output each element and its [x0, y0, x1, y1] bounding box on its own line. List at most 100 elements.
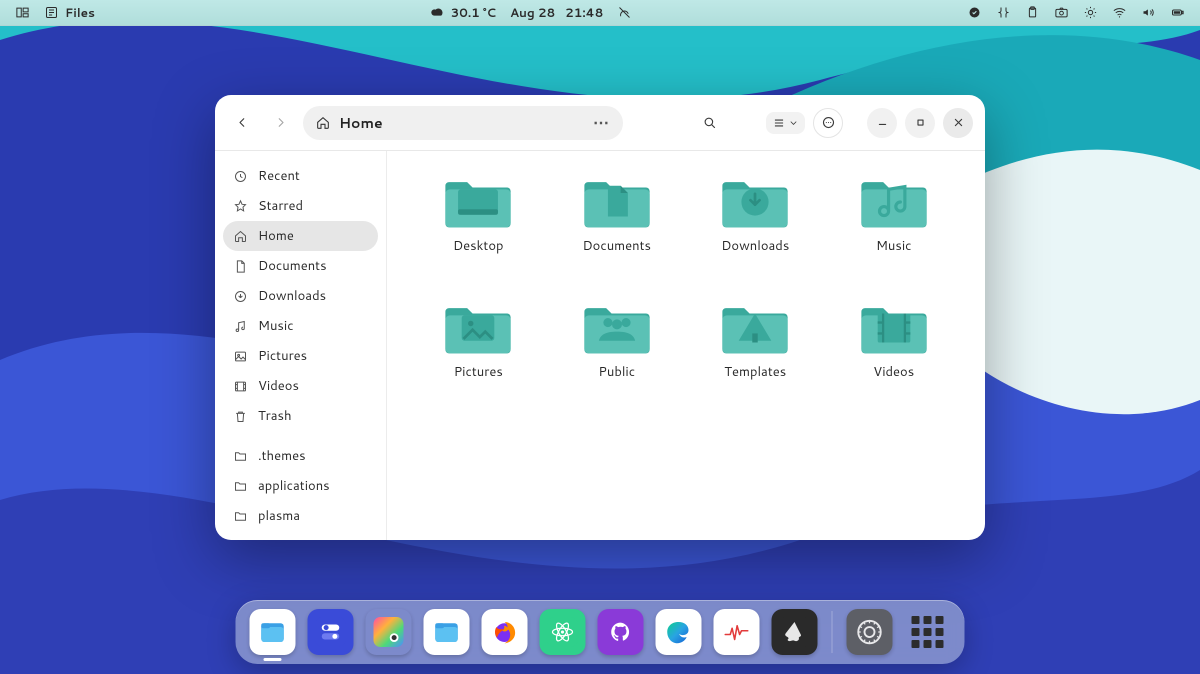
folder-label: Templates [724, 363, 786, 381]
folder-icon [233, 449, 248, 464]
window-maximize-button[interactable] [905, 108, 935, 138]
search-button[interactable] [694, 108, 724, 138]
volume-icon[interactable] [1134, 0, 1163, 25]
folder-icon [858, 299, 930, 357]
nav-back-button[interactable] [227, 108, 257, 138]
clock-time: 21:48 [565, 4, 603, 21]
app-menu-label: Files [65, 4, 95, 21]
sidebar-item-label: applications [258, 477, 330, 495]
sidebar-item-label: Documents [258, 257, 327, 275]
sidebar-item-recent[interactable]: Recent [223, 161, 378, 191]
sidebar-item-downloads[interactable]: Downloads [223, 281, 378, 311]
dock-app-edge[interactable] [656, 609, 702, 655]
sidebar-item-label: Home [258, 227, 294, 245]
window-minimize-button[interactable] [867, 108, 897, 138]
sidebar-item-label: .themes [258, 447, 306, 465]
folder-label: Desktop [453, 237, 504, 255]
weather-indicator[interactable]: 30.1 °C [423, 0, 503, 25]
star-icon [233, 199, 248, 214]
sidebar-item-applications[interactable]: applications [223, 471, 378, 501]
sidebar-item-home[interactable]: Home [223, 221, 378, 251]
dock-app-files2[interactable] [424, 609, 470, 655]
sidebar-item-plasma[interactable]: plasma [223, 501, 378, 531]
folder-pictures[interactable]: Pictures [409, 295, 548, 417]
app-menu[interactable]: Files [37, 0, 102, 25]
sidebar-item-label: Trash [258, 407, 292, 425]
brightness-icon[interactable] [1076, 0, 1105, 25]
update-indicator-icon[interactable] [960, 0, 989, 25]
video-icon [233, 379, 248, 394]
battery-icon[interactable] [1163, 0, 1192, 25]
folder-label: Documents [582, 237, 651, 255]
folder-public[interactable]: Public [548, 295, 687, 417]
dock-app-inkscape[interactable] [772, 609, 818, 655]
path-overflow-icon[interactable]: ⋯ [593, 111, 611, 134]
folder-music[interactable]: Music [825, 169, 964, 291]
top-panel: Files 30.1 °C Aug 28 21:48 [0, 0, 1200, 26]
home-icon [233, 229, 248, 244]
trash-icon [233, 409, 248, 424]
sidebar-item-videos[interactable]: Videos [223, 371, 378, 401]
dock-app-monitor[interactable] [714, 609, 760, 655]
clock[interactable]: Aug 28 21:48 [503, 0, 610, 25]
dock-app-firefox[interactable] [482, 609, 528, 655]
sidebar-item-label: Videos [258, 377, 299, 395]
hamburger-menu-button[interactable] [813, 108, 843, 138]
folder-icon [719, 173, 791, 231]
folder-templates[interactable]: Templates [686, 295, 825, 417]
sidebar-item-label: Downloads [258, 287, 326, 305]
window-close-button[interactable] [943, 108, 973, 138]
dock-app-files[interactable] [250, 609, 296, 655]
sidebar-item-themes[interactable]: .themes [223, 441, 378, 471]
view-options[interactable] [766, 112, 805, 134]
clock-date: Aug 28 [510, 4, 555, 21]
activities-button[interactable] [8, 0, 37, 25]
folder-icon [719, 299, 791, 357]
folder-videos[interactable]: Videos [825, 295, 964, 417]
window-titlebar: Home ⋯ [215, 95, 985, 151]
dock-app-tweaks[interactable] [308, 609, 354, 655]
folder-downloads[interactable]: Downloads [686, 169, 825, 291]
folder-icon [858, 173, 930, 231]
clock-icon [233, 169, 248, 184]
sidebar-item-label: Starred [258, 197, 303, 215]
folder-documents[interactable]: Documents [548, 169, 687, 291]
folder-icon [442, 173, 514, 231]
sidebar-item-trash[interactable]: Trash [223, 401, 378, 431]
folder-icon [581, 173, 653, 231]
path-bar[interactable]: Home ⋯ [303, 106, 623, 140]
dock-separator [832, 611, 833, 653]
nav-forward-button[interactable] [265, 108, 295, 138]
folder-label: Videos [873, 363, 914, 381]
dock-app-colors[interactable] [366, 609, 412, 655]
folder-label: Music [876, 237, 912, 255]
screenshot-icon[interactable] [1047, 0, 1076, 25]
sidebar-item-starred[interactable]: Starred [223, 191, 378, 221]
dock-show-apps[interactable] [905, 609, 951, 655]
home-icon [315, 115, 331, 131]
folder-icon [581, 299, 653, 357]
places-sidebar: Recent Starred Home Documents Downloads … [215, 151, 387, 540]
folder-icon [442, 299, 514, 357]
network-icon[interactable] [1105, 0, 1134, 25]
files-window: Home ⋯ Recent Starred Home Documents [215, 95, 985, 540]
weather-temp: 30.1 °C [451, 4, 496, 21]
folder-label: Public [598, 363, 635, 381]
folder-label: Pictures [454, 363, 503, 381]
sidebar-item-pictures[interactable]: Pictures [223, 341, 378, 371]
dock-app-settings[interactable] [847, 609, 893, 655]
sidebar-item-music[interactable]: Music [223, 311, 378, 341]
dock-app-atom[interactable] [540, 609, 586, 655]
download-icon [233, 289, 248, 304]
dock-app-github[interactable] [598, 609, 644, 655]
do-not-disturb-icon[interactable] [610, 0, 639, 25]
keyboard-shortcuts-icon[interactable] [989, 0, 1018, 25]
folder-grid: Desktop Documents Downloads Music [387, 151, 985, 540]
list-view-icon [772, 116, 786, 130]
folder-desktop[interactable]: Desktop [409, 169, 548, 291]
sidebar-item-documents[interactable]: Documents [223, 251, 378, 281]
dropdown-icon [788, 116, 799, 130]
clipboard-icon[interactable] [1018, 0, 1047, 25]
image-icon [233, 349, 248, 364]
folder-icon [233, 509, 248, 524]
